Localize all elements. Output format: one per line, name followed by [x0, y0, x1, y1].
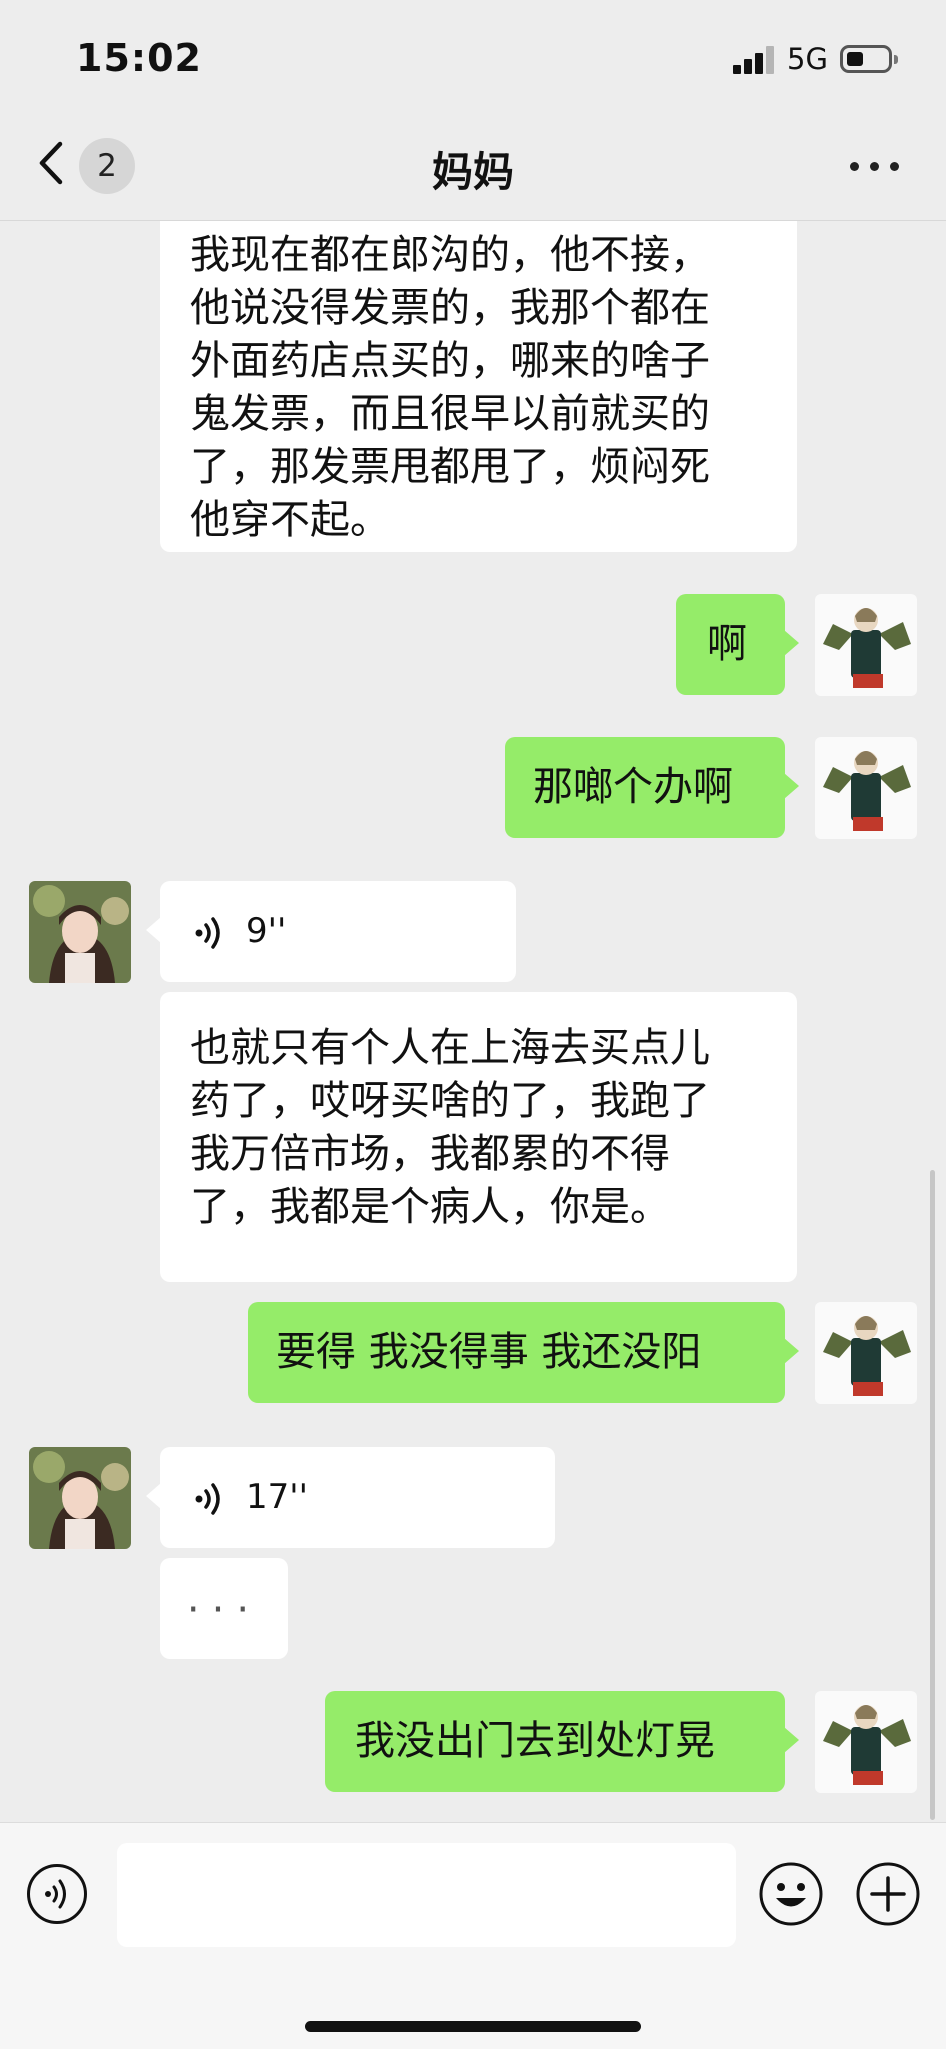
voice-wave-icon [195, 1483, 220, 1515]
voice-duration: 9'' [246, 911, 287, 951]
message-text: 也就只有个人在上海去买点儿 药了，哎呀买啥的了，我跑了 我万倍市场，我都累的不得… [190, 1025, 710, 1230]
voice-message[interactable]: 9'' [146, 881, 516, 982]
message-text: 我没出门去到处灯晃 [355, 1718, 715, 1764]
more-dots-icon [850, 162, 859, 171]
contact-avatar[interactable] [29, 881, 131, 983]
plus-icon [856, 1862, 920, 1926]
message-bubble[interactable]: 那啷个办啊 [505, 737, 799, 838]
voice-toggle-button[interactable] [26, 1863, 88, 1925]
home-indicator[interactable] [305, 2021, 641, 2032]
emoji-icon [759, 1862, 823, 1926]
input-bar [0, 1822, 946, 2049]
voice-message[interactable]: 17'' [146, 1447, 555, 1548]
my-avatar[interactable] [815, 1691, 917, 1793]
battery-icon [840, 45, 898, 73]
message-bubble[interactable]: 我现在都在郎沟的，他不接， 他说没得发票的，我那个都在 外面药店点买的，哪来的啥… [160, 221, 797, 552]
voice-duration: 17'' [246, 1477, 308, 1517]
typing-dots: ··· [186, 1587, 262, 1633]
voice-toggle-icon [27, 1864, 87, 1924]
my-avatar[interactable] [815, 594, 917, 696]
message-bubble[interactable]: 啊 [676, 594, 799, 695]
message-text: 啊 [707, 621, 747, 667]
message-text: 那啷个办啊 [533, 764, 733, 810]
scrollbar[interactable] [930, 1170, 935, 1820]
message-text: 要得 我没得事 我还没阳 [276, 1329, 702, 1375]
chat-header: 2 妈妈 [0, 110, 946, 221]
typing-bubble[interactable]: ··· [160, 1558, 288, 1659]
message-bubble[interactable]: 我没出门去到处灯晃 [325, 1691, 799, 1792]
message-bubble[interactable]: 也就只有个人在上海去买点儿 药了，哎呀买啥的了，我跑了 我万倍市场，我都累的不得… [160, 992, 797, 1282]
emoji-button[interactable] [758, 1861, 824, 1927]
message-input[interactable] [117, 1843, 736, 1947]
message-list[interactable]: 我现在都在郎沟的，他不接， 他说没得发票的，我那个都在 外面药店点买的，哪来的啥… [0, 221, 946, 1821]
voice-wave-icon [195, 917, 220, 949]
more-functions-button[interactable] [855, 1861, 921, 1927]
contact-avatar[interactable] [29, 1447, 131, 1549]
status-bar: 15:02 5G [0, 0, 946, 110]
message-text: 我现在都在郎沟的，他不接， 他说没得发票的，我那个都在 外面药店点买的，哪来的啥… [190, 232, 710, 543]
network-type: 5G [787, 42, 828, 76]
my-avatar[interactable] [815, 737, 917, 839]
my-avatar[interactable] [815, 1302, 917, 1404]
message-bubble[interactable]: 要得 我没得事 我还没阳 [248, 1302, 799, 1403]
signal-icon [733, 46, 777, 74]
status-time: 15:02 [76, 36, 202, 80]
chat-title: 妈妈 [432, 148, 514, 196]
more-options-button[interactable] [850, 162, 900, 172]
